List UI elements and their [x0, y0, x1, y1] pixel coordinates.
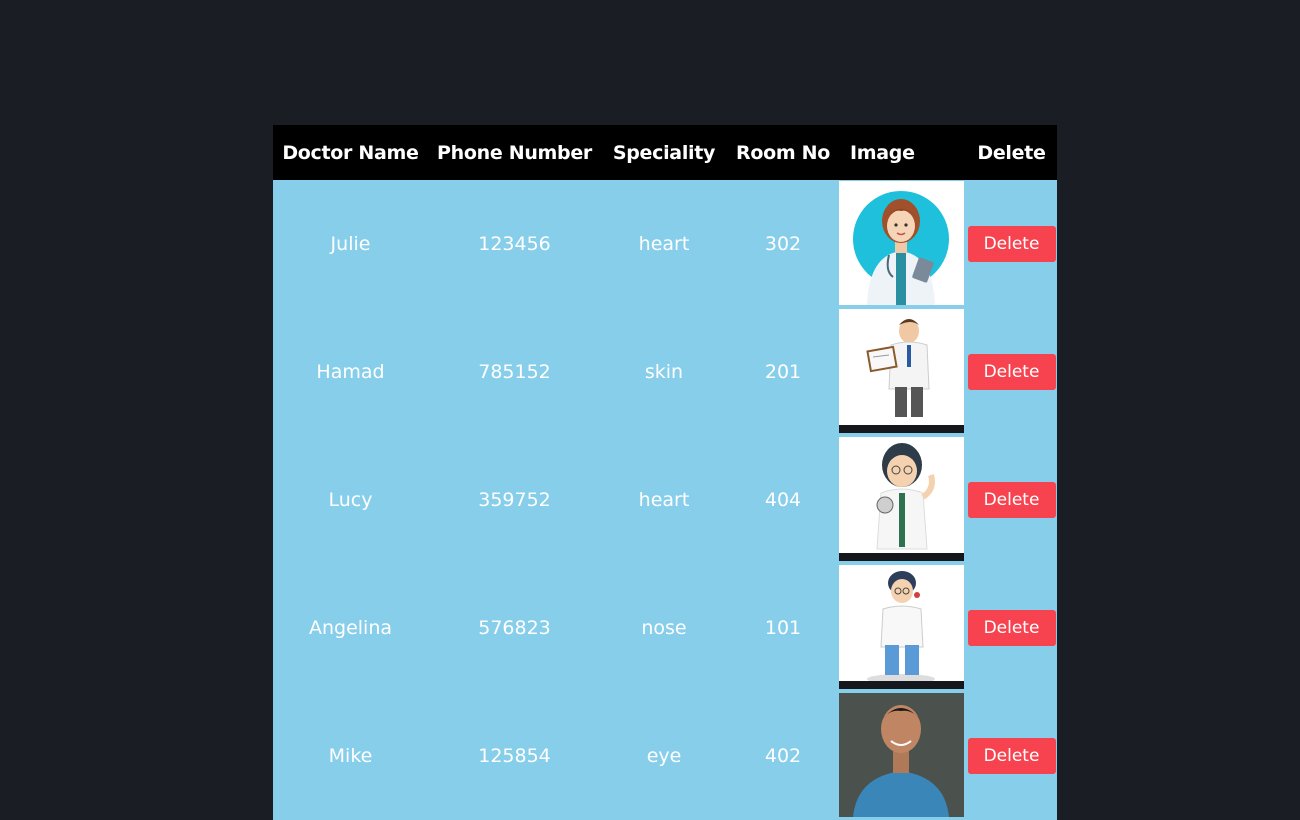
image-cell	[839, 564, 966, 692]
header-room-no: Room No	[735, 141, 830, 164]
delete-cell: Delete	[966, 436, 1057, 564]
male-doctor-clipboard-cartoon-icon	[866, 319, 930, 417]
male-doctor-photo-icon	[839, 693, 964, 817]
table-row: Lucy 359752 heart 404 Delete	[273, 436, 1057, 564]
room-no-cell: 302	[764, 233, 802, 255]
delete-button[interactable]: Delete	[967, 482, 1056, 518]
delete-cell: Delete	[966, 180, 1057, 308]
table-row: Mike 125854 eye 402 Delete	[273, 692, 1057, 820]
room-no-cell: 201	[764, 361, 802, 383]
room-no-cell: 404	[764, 489, 802, 511]
image-cell	[839, 692, 966, 820]
delete-button[interactable]: Delete	[967, 354, 1056, 390]
table-row: Hamad 785152 skin 201 Delete	[273, 308, 1057, 436]
phone-number-cell: 785152	[478, 361, 551, 383]
doctor-name-cell: Mike	[328, 745, 373, 767]
doctor-image	[839, 565, 964, 689]
delete-button[interactable]: Delete	[967, 226, 1056, 262]
header-speciality: Speciality	[612, 141, 716, 164]
delete-cell: Delete	[966, 308, 1057, 436]
doctor-headset-cartoon-icon	[867, 571, 935, 684]
delete-cell: Delete	[966, 692, 1057, 820]
table-row: Julie 123456 heart 302 Delete	[273, 180, 1057, 308]
doctor-name-cell: Angelina	[308, 617, 393, 639]
speciality-cell: eye	[646, 745, 682, 767]
doctor-name-cell: Lucy	[328, 489, 373, 511]
phone-number-cell: 123456	[478, 233, 551, 255]
speciality-cell: heart	[638, 489, 690, 511]
header-phone-number: Phone Number	[436, 141, 592, 164]
phone-number-cell: 576823	[478, 617, 551, 639]
header-image: Image	[850, 141, 915, 164]
stock-watermark-bar	[839, 425, 964, 433]
doctor-image	[839, 437, 964, 561]
female-doctor-cartoon-icon	[853, 191, 949, 305]
image-cell	[839, 436, 966, 564]
speciality-cell: nose	[641, 617, 687, 639]
speciality-cell: skin	[644, 361, 684, 383]
image-cell	[839, 180, 966, 308]
stock-watermark-bar	[839, 553, 964, 561]
female-doctor-stethoscope-cartoon-icon	[876, 443, 935, 550]
doctor-name-cell: Hamad	[316, 361, 385, 383]
delete-button[interactable]: Delete	[967, 738, 1056, 774]
doctor-image	[839, 309, 964, 433]
room-no-cell: 101	[764, 617, 802, 639]
header-doctor-name: Doctor Name	[282, 141, 419, 164]
delete-cell: Delete	[966, 564, 1057, 692]
delete-button[interactable]: Delete	[967, 610, 1056, 646]
image-cell	[839, 308, 966, 436]
table-row: Angelina 576823 nose 101 Delete	[273, 564, 1057, 692]
room-no-cell: 402	[764, 745, 802, 767]
doctor-image	[839, 181, 964, 305]
phone-number-cell: 359752	[478, 489, 551, 511]
doctor-name-cell: Julie	[330, 233, 371, 255]
phone-number-cell: 125854	[478, 745, 551, 767]
stock-watermark-bar	[839, 681, 964, 689]
table-header-row: Doctor Name Phone Number Speciality Room…	[273, 125, 1057, 180]
doctors-table-container: Doctor Name Phone Number Speciality Room…	[273, 125, 1057, 820]
doctors-table: Doctor Name Phone Number Speciality Room…	[273, 125, 1057, 820]
header-delete: Delete	[977, 141, 1046, 164]
doctor-image	[839, 693, 964, 817]
speciality-cell: heart	[638, 233, 690, 255]
